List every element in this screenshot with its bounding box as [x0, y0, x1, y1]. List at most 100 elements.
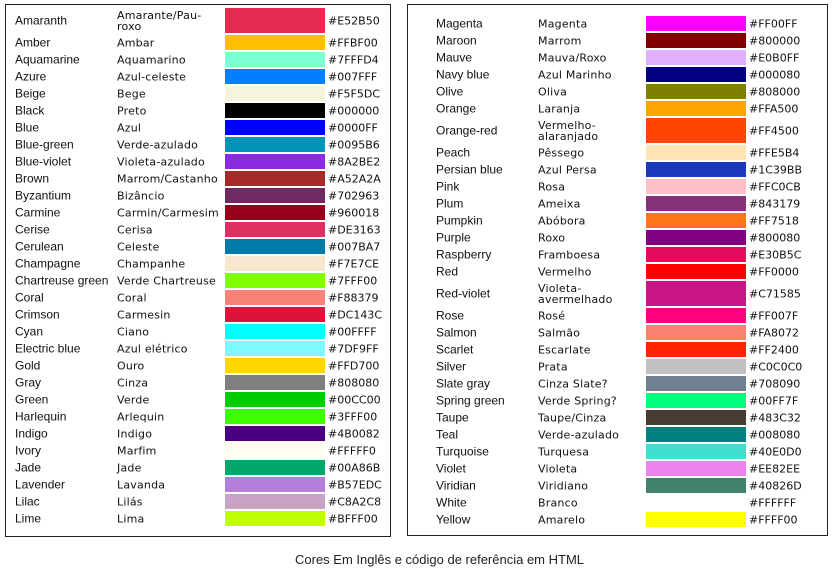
hex-code: #FFBF00: [328, 36, 378, 49]
color-row: Slate gray Cinza Slate? #708090: [408, 375, 827, 392]
color-row: Raspberry Framboesa #E30B5C: [408, 246, 827, 263]
caption: Cores Em Inglês e código de referência e…: [295, 552, 585, 567]
portuguese-name: Laranja: [538, 102, 581, 115]
hex-code: #E30B5C: [749, 248, 802, 261]
hex-code: #800080: [749, 231, 801, 244]
portuguese-name: Mauva/Roxo: [538, 51, 607, 64]
english-name: Lilac: [15, 494, 40, 508]
color-swatch: [225, 256, 325, 271]
hex-code: #00FFFF: [328, 325, 377, 338]
portuguese-name: Verde Chartreuse: [117, 274, 216, 287]
color-row: Champagne Champanhe #F7E7CE: [6, 255, 390, 272]
color-row: Red-violet Violeta-avermelhado #C71585: [408, 280, 827, 307]
portuguese-name: Azul elétrico: [117, 342, 188, 355]
color-row: Brown Marrom/Castanho #A52A2A: [6, 170, 390, 187]
english-name: Olive: [436, 84, 464, 98]
portuguese-name: Cinza: [117, 376, 149, 389]
hex-code: #FF0000: [749, 265, 799, 278]
hex-code: #8A2BE2: [328, 155, 381, 168]
hex-code: #0095B6: [328, 138, 380, 151]
portuguese-name: Vermelho: [538, 265, 592, 278]
color-swatch: [225, 86, 325, 101]
hex-code: #BFFF00: [328, 512, 378, 525]
english-name: Coral: [15, 290, 44, 304]
color-swatch: [646, 410, 746, 425]
hex-code: #FFD700: [328, 359, 380, 372]
hex-code: #DE3163: [328, 223, 381, 236]
english-name: Pink: [436, 179, 460, 193]
color-row: Azure Azul-celeste #007FFF: [6, 68, 390, 85]
portuguese-name: Coral: [117, 291, 147, 304]
english-name: Scarlet: [436, 342, 474, 356]
english-name: Aquamarine: [15, 52, 80, 66]
english-name: Cerise: [15, 222, 50, 236]
english-name: Rose: [436, 308, 465, 322]
english-name: Electric blue: [15, 341, 81, 355]
color-swatch: [646, 495, 746, 510]
portuguese-name: Violeta: [538, 462, 578, 475]
color-swatch: [646, 50, 746, 65]
color-swatch: [225, 8, 325, 33]
english-name: Silver: [436, 359, 467, 373]
color-row: Green Verde #00CC00: [6, 391, 390, 408]
hex-code: #7FFFD4: [328, 53, 379, 66]
color-row: Orange Laranja #FFA500: [408, 100, 827, 117]
color-swatch: [225, 103, 325, 118]
color-row: Red Vermelho #FF0000: [408, 263, 827, 280]
color-swatch: [225, 477, 325, 492]
hex-code: #7FFF00: [328, 274, 378, 287]
portuguese-name: Cinza Slate?: [538, 377, 608, 390]
color-swatch: [225, 205, 325, 220]
hex-code: #708090: [749, 377, 801, 390]
hex-code: #FFE5B4: [749, 146, 800, 159]
color-row: Plum Ameixa #843179: [408, 195, 827, 212]
english-name: Violet: [436, 461, 466, 475]
english-name: Indigo: [15, 426, 48, 440]
portuguese-name: Verde-azulado: [538, 428, 620, 441]
english-name: Orange-red: [436, 123, 498, 137]
portuguese-name: Ambar: [117, 36, 155, 49]
color-row: Orange-red Vermelho-alaranjado #FF4500: [408, 117, 827, 144]
color-row: Peach Pêssego #FFE5B4: [408, 144, 827, 161]
portuguese-name: Celeste: [117, 240, 160, 253]
hex-code: #008080: [749, 428, 801, 441]
color-row: Cerulean Celeste #007BA7: [6, 238, 390, 255]
portuguese-name: Violeta-azulado: [117, 155, 205, 168]
hex-code: #FFA500: [749, 102, 799, 115]
portuguese-name: Lavanda: [117, 478, 166, 491]
hex-code: #FFFFFF: [749, 496, 797, 509]
english-name: Peach: [436, 145, 471, 159]
english-name: Red: [436, 264, 459, 278]
color-row: Harlequin Arlequin #3FFF00: [6, 408, 390, 425]
portuguese-name: Jade: [117, 461, 142, 474]
color-row: Electric blue Azul elétrico #7DF9FF: [6, 340, 390, 357]
portuguese-name: Carmin/Carmesim: [117, 206, 219, 219]
color-swatch: [646, 444, 746, 459]
english-name: Slate gray: [436, 376, 491, 390]
english-name: Harlequin: [15, 409, 67, 423]
english-name: Navy blue: [436, 67, 490, 81]
english-name: Blue-green: [15, 137, 74, 151]
color-row: Lime Lima #BFFF00: [6, 510, 390, 527]
english-name: Cyan: [15, 324, 44, 338]
portuguese-name: Bizâncio: [117, 189, 165, 202]
english-name: Blue-violet: [15, 154, 72, 168]
color-row: Aquamarine Aquamarino #7FFFD4: [6, 51, 390, 68]
color-swatch: [225, 154, 325, 169]
color-swatch: [646, 427, 746, 442]
english-name: Chartreuse green: [15, 273, 109, 287]
color-row: Black Preto #000000: [6, 102, 390, 119]
hex-code: #B57EDC: [328, 478, 382, 491]
hex-code: #808080: [328, 376, 380, 389]
color-row: Purple Roxo #800080: [408, 229, 827, 246]
color-table-left: Amaranth Amarante/Pau-roxo #E52B50 Amber Amb…: [5, 4, 391, 537]
color-swatch: [646, 101, 746, 116]
portuguese-name: Amarelo: [538, 513, 586, 526]
color-row: Blue-violet Violeta-azulado #8A2BE2: [6, 153, 390, 170]
english-name: Spring green: [436, 393, 505, 407]
color-row: Indigo Indigo #4B0082: [6, 425, 390, 442]
english-name: Crimson: [15, 307, 60, 321]
color-swatch: [225, 35, 325, 50]
color-swatch: [225, 222, 325, 237]
hex-code: #7DF9FF: [328, 342, 379, 355]
